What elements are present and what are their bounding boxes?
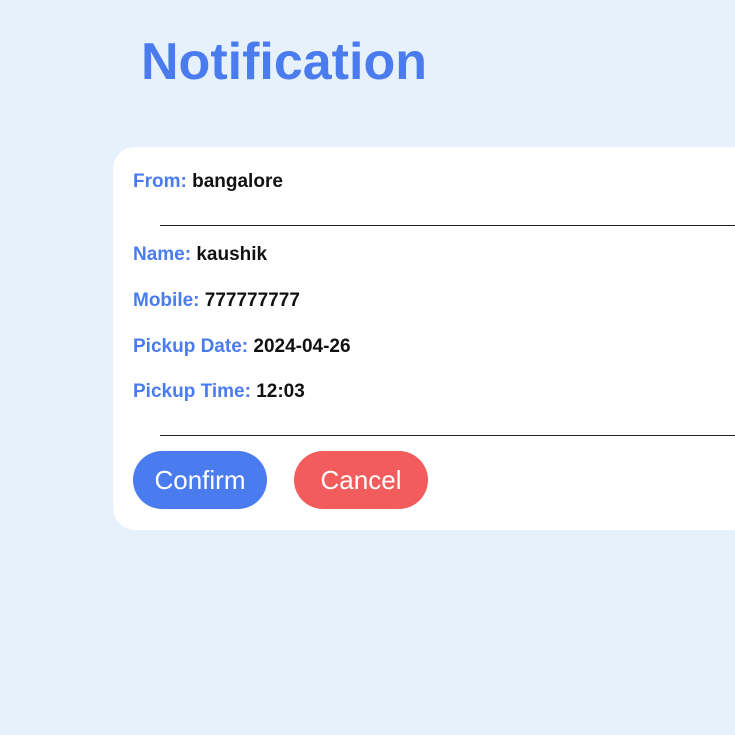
mobile-label: Mobile: [133,290,200,311]
pickup-time-value: 12:03 [256,381,305,402]
name-value: kaushik [196,244,268,265]
notification-page: Notification From: bangalore Name: kaush… [0,0,735,735]
divider-bottom [160,435,735,436]
mobile-field: Mobile: 777777777 [133,289,300,313]
from-field: From: bangalore [133,170,283,194]
from-value: bangalore [192,171,283,192]
pickup-time-label: Pickup Time: [133,381,251,402]
mobile-value: 777777777 [204,290,300,311]
confirm-button[interactable]: Confirm [133,451,267,509]
notification-card: From: bangalore Name: kaushik Mobile: 77… [113,147,735,530]
pickup-date-label: Pickup Date: [133,336,249,357]
from-label: From: [133,171,187,192]
name-label: Name: [133,244,192,265]
name-field: Name: kaushik [133,243,267,267]
cancel-button[interactable]: Cancel [294,451,428,509]
pickup-time-field: Pickup Time: 12:03 [133,380,305,404]
pickup-date-field: Pickup Date: 2024-04-26 [133,335,351,359]
page-title: Notification [141,33,427,91]
divider-top [160,225,735,226]
pickup-date-value: 2024-04-26 [253,336,351,357]
